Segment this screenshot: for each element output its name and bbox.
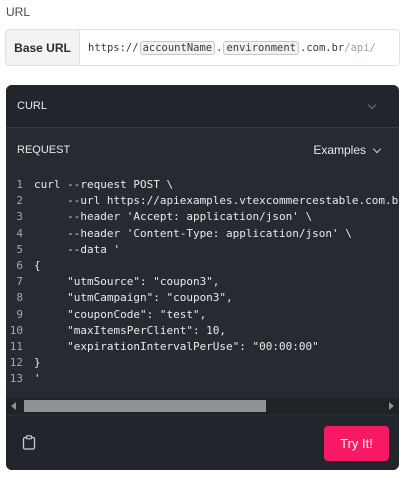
base-url-prefix: https:// — [88, 41, 139, 54]
code-text: "utmSource": "coupon3", — [34, 275, 220, 289]
code-line: 13 ' — [6, 371, 399, 387]
chevron-down-icon — [372, 144, 382, 153]
code-line: 2 --url https://apiexamples.vtexcommerce… — [6, 193, 399, 209]
code-text: --data ' — [34, 242, 121, 256]
line-number: 1 — [16, 178, 23, 191]
line-number: 2 — [16, 194, 23, 208]
horizontal-scrollbar[interactable] — [6, 398, 399, 414]
line-number: 11 — [9, 339, 23, 353]
code-line: 6{ — [6, 258, 399, 274]
line-number: 9 — [16, 307, 23, 321]
code-line: 1 curl --request POST \ — [6, 177, 399, 193]
try-it-button[interactable]: Try It! — [324, 426, 389, 461]
line-number: 7 — [16, 275, 23, 289]
scroll-left-arrow-icon[interactable] — [11, 402, 16, 410]
clipboard-icon[interactable] — [22, 435, 36, 450]
line-number: 10 — [9, 323, 23, 337]
code-line: 9 "couponCode": "test", — [6, 307, 399, 323]
code-text: "expirationIntervalPerUse": "00:00:00" — [34, 339, 319, 353]
code-text: --header 'Content-Type: application/json… — [34, 226, 352, 240]
curl-request-panel: CURL REQUEST Examples 1 curl --request PO… — [6, 85, 399, 470]
scroll-right-arrow-icon[interactable] — [389, 402, 394, 410]
line-number: 8 — [16, 291, 23, 305]
code-text: { — [34, 258, 41, 272]
code-line: 5 --data ' — [6, 242, 399, 258]
code-text: "utmCampaign": "coupon3", — [34, 291, 233, 305]
code-line: 11 "expirationIntervalPerUse": "00:00:00… — [6, 339, 399, 355]
line-number: 5 — [16, 242, 23, 256]
code-line: 10 "maxItemsPerClient": 10, — [6, 323, 399, 339]
examples-dropdown[interactable]: Examples — [313, 143, 382, 157]
code-line: 4 --header 'Content-Type: application/js… — [6, 226, 399, 242]
code-text: } — [34, 356, 41, 370]
url-section-label: URL — [6, 5, 31, 19]
scrollbar-thumb[interactable] — [24, 400, 266, 412]
environment-variable[interactable]: environment — [223, 40, 299, 55]
curl-header[interactable]: CURL — [6, 85, 399, 128]
line-number: 3 — [16, 210, 23, 224]
code-block[interactable]: 1 curl --request POST \ 2 --url https://ap… — [6, 177, 399, 395]
request-footer: Try It! — [6, 416, 399, 470]
base-url-dot: . — [216, 41, 223, 54]
code-line: 8 "utmCampaign": "coupon3", — [6, 290, 399, 306]
line-number: 4 — [16, 226, 23, 240]
code-text: curl --request POST \ — [34, 178, 174, 191]
curl-title: CURL — [17, 100, 47, 112]
base-url-tail: /api/ — [344, 41, 376, 54]
code-text: --url https://apiexamples.vtexcommercest… — [34, 194, 399, 208]
account-name-variable[interactable]: accountName — [139, 40, 216, 55]
code-text: "couponCode": "test", — [34, 307, 207, 321]
code-line: 12} — [6, 355, 399, 371]
request-title: REQUEST — [17, 144, 71, 156]
code-line: 7 "utmSource": "coupon3", — [6, 274, 399, 290]
base-url-suffix: .com.br — [300, 41, 345, 54]
line-number: 12 — [9, 356, 23, 370]
code-line: 3 --header 'Accept: application/json' \ — [6, 209, 399, 225]
chevron-down-icon[interactable] — [367, 100, 377, 110]
line-number: 13 — [9, 372, 23, 386]
examples-label: Examples — [313, 143, 366, 157]
code-text: "maxItemsPerClient": 10, — [34, 323, 227, 337]
base-url-label: Base URL — [6, 30, 80, 65]
line-number: 6 — [16, 258, 23, 272]
base-url-field: Base URL https:// accountName . environm… — [5, 29, 400, 66]
code-text: ' — [34, 372, 41, 386]
base-url-value: https:// accountName . environment .com.… — [80, 30, 399, 65]
code-text: --header 'Accept: application/json' \ — [34, 210, 313, 224]
